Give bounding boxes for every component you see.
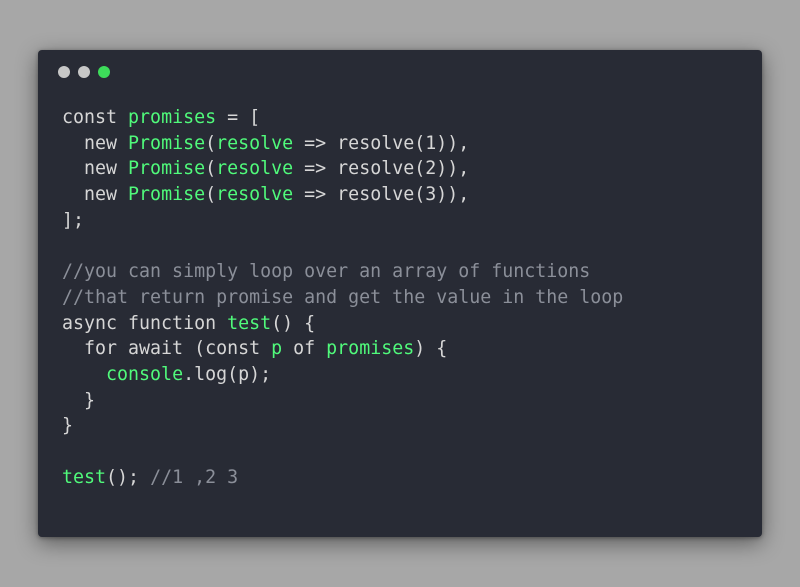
code-line: new Promise(resolve => resolve(2)), bbox=[62, 156, 623, 182]
code-token: ( bbox=[205, 132, 217, 154]
code-line: } bbox=[62, 413, 623, 439]
code-window: const promises = [ new Promise(resolve =… bbox=[38, 50, 762, 537]
code-token: const bbox=[62, 107, 129, 128]
code-token: test bbox=[227, 312, 272, 334]
code-line: } bbox=[62, 388, 623, 414]
code-token: () { bbox=[271, 312, 316, 334]
code-token: //you can simply loop over an array of f… bbox=[62, 261, 591, 283]
code-token: new bbox=[62, 184, 129, 206]
code-token: of bbox=[282, 338, 327, 360]
code-token: promises bbox=[128, 107, 217, 128]
maximize-dot[interactable] bbox=[98, 66, 110, 78]
code-token: //1 ,2 3 bbox=[150, 466, 239, 488]
code-token: new bbox=[62, 158, 129, 180]
code-token: => resolve(3)), bbox=[293, 184, 470, 206]
code-token: resolve bbox=[216, 184, 294, 206]
code-line: new Promise(resolve => resolve(1)), bbox=[62, 131, 623, 157]
code-token: } bbox=[62, 389, 96, 411]
code-block: const promises = [ new Promise(resolve =… bbox=[62, 105, 623, 490]
code-token: p bbox=[271, 338, 283, 360]
code-token: console bbox=[106, 363, 184, 385]
code-line: new Promise(resolve => resolve(3)), bbox=[62, 182, 623, 208]
code-token: ) { bbox=[414, 338, 448, 360]
code-token: => resolve(1)), bbox=[293, 132, 470, 154]
code-line: //that return promise and get the value … bbox=[62, 285, 623, 311]
code-token: Promise bbox=[128, 184, 206, 206]
code-token: new bbox=[62, 132, 129, 154]
minimize-dot[interactable] bbox=[78, 66, 90, 78]
code-line: async function test() { bbox=[62, 311, 623, 337]
code-token: => resolve(2)), bbox=[293, 158, 470, 180]
close-dot[interactable] bbox=[58, 66, 70, 78]
code-token: resolve bbox=[216, 132, 294, 154]
code-line: console.log(p); bbox=[62, 362, 623, 388]
code-token: Promise bbox=[128, 132, 206, 154]
code-line: for await (const p of promises) { bbox=[62, 336, 623, 362]
code-token: Promise bbox=[128, 158, 206, 180]
code-token: } bbox=[62, 415, 74, 437]
code-token: ( bbox=[205, 184, 217, 206]
code-token: async function bbox=[62, 312, 228, 334]
code-line: //you can simply loop over an array of f… bbox=[62, 259, 623, 285]
code-token: (); bbox=[106, 466, 151, 488]
code-token: for await (const bbox=[62, 338, 272, 360]
code-token: ( bbox=[205, 158, 217, 180]
code-line: const promises = [ bbox=[62, 105, 623, 131]
code-token: ]; bbox=[62, 209, 85, 231]
code-token: promises bbox=[326, 338, 415, 360]
code-token: test bbox=[62, 466, 107, 488]
code-line: ]; bbox=[62, 208, 623, 234]
code-token: resolve bbox=[216, 158, 294, 180]
code-token: = [ bbox=[216, 107, 261, 128]
window-controls bbox=[58, 66, 110, 78]
code-line: test(); //1 ,2 3 bbox=[62, 465, 623, 491]
code-token: .log(p); bbox=[183, 363, 272, 385]
code-token: //that return promise and get the value … bbox=[62, 286, 624, 308]
